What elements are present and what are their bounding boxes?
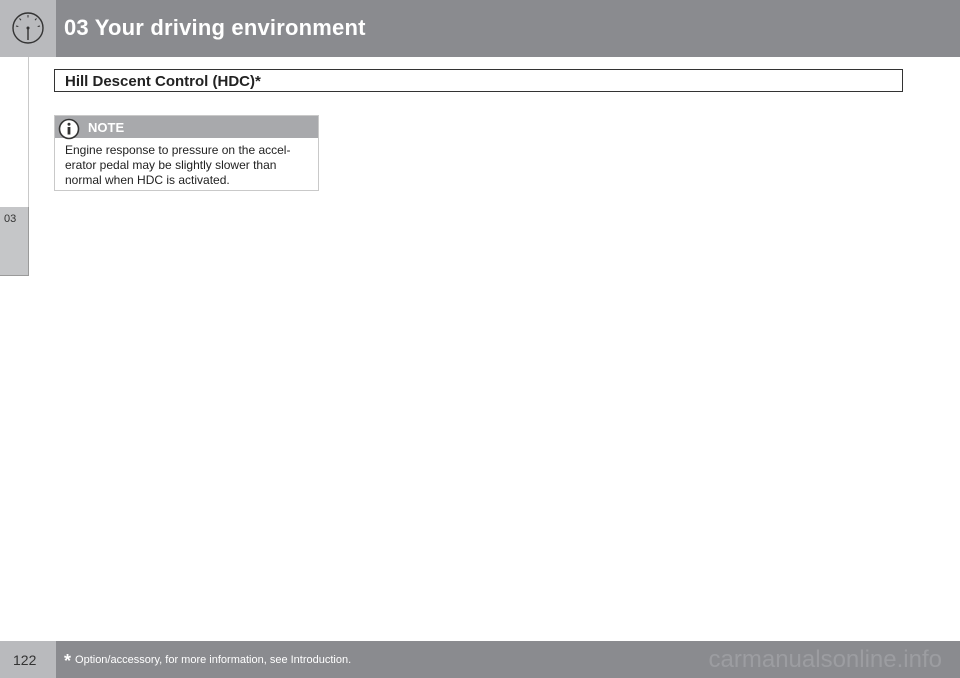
footer-note-text: Option/accessory, for more information, … — [75, 654, 352, 666]
chapter-header: 03 Your driving environment — [0, 0, 960, 57]
section-title: Hill Descent Control (HDC)* — [65, 73, 261, 90]
chapter-side-tab[interactable]: 03 — [0, 207, 29, 276]
note-label: NOTE — [88, 120, 125, 135]
side-tab-spacer — [0, 57, 29, 207]
side-tab-label: 03 — [4, 213, 17, 225]
info-icon — [58, 118, 80, 140]
note-text: Engine response to pressure on the accel… — [65, 143, 313, 188]
footer-asterisk: * — [64, 651, 72, 671]
speedometer-icon — [12, 12, 44, 44]
note-line: erator pedal may be slightly slower than — [65, 158, 277, 172]
watermark: carmanualsonline.info — [708, 646, 942, 673]
page-footer: 122 * Option/accessory, for more informat… — [0, 641, 960, 678]
note-line: Engine response to pressure on the accel… — [65, 143, 291, 157]
page-number: 122 — [13, 652, 37, 668]
footer-note: * Option/accessory, for more information,… — [64, 650, 351, 672]
section-title-box: Hill Descent Control (HDC)* — [54, 69, 903, 92]
note-header: NOTE — [55, 116, 318, 140]
note-line: normal when HDC is activated. — [65, 173, 230, 187]
note-box: NOTE Engine response to pressure on the … — [54, 115, 319, 191]
page-number-tile: 122 — [0, 641, 56, 678]
chapter-title: 03 Your driving environment — [64, 15, 366, 40]
chapter-icon-tile — [0, 0, 56, 57]
